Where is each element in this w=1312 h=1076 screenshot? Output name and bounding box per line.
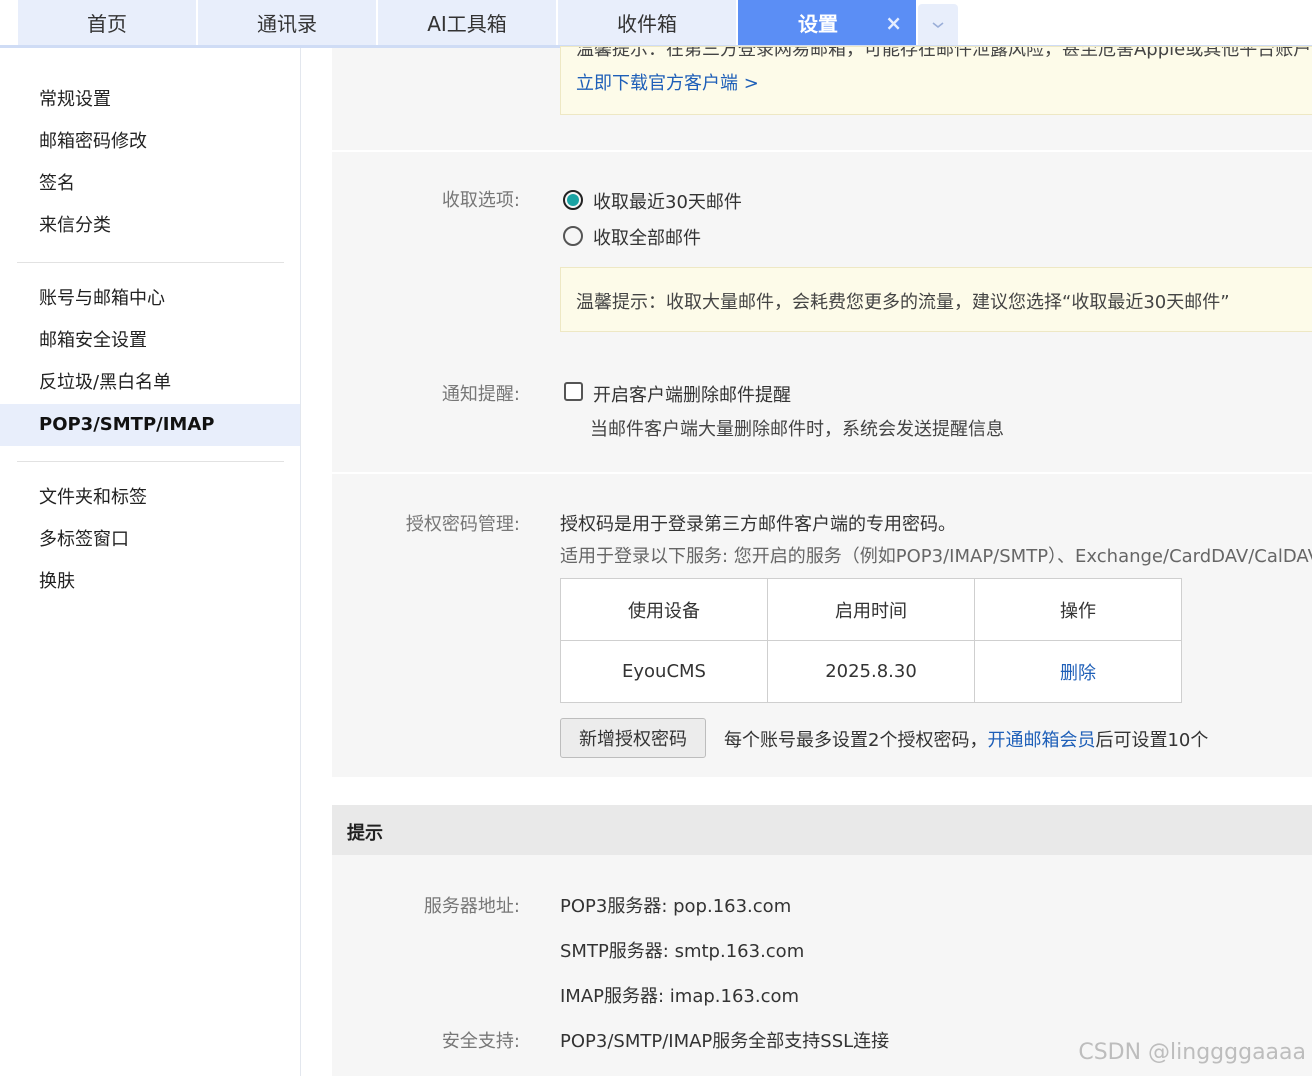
sidebar-item-folders-tags[interactable]: 文件夹和标签	[0, 477, 300, 519]
tab-ai-toolbox[interactable]: AI工具箱	[378, 0, 556, 45]
notify-label: 通知提醒:	[441, 384, 520, 405]
delete-alert-checkbox[interactable]	[564, 382, 583, 401]
auth-intro: 授权码是用于登录第三方邮件客户端的专用密码。	[560, 514, 956, 535]
sidebar-item-pop3-smtp-imap[interactable]: POP3/SMTP/IMAP	[0, 404, 300, 446]
pop3-server: POP3服务器: pop.163.com	[560, 896, 792, 917]
table-header-row: 使用设备 启用时间 操作	[560, 578, 1182, 641]
auth-code-table: 使用设备 启用时间 操作 EyouCMS 2025.8.30 删除	[560, 578, 1182, 703]
tab-more-button[interactable]	[918, 4, 958, 45]
server-address-label: 服务器地址:	[423, 896, 520, 917]
top-tab-bar: 首页 通讯录 AI工具箱 收件箱 设置 ×	[0, 0, 1312, 48]
auth-limit-line: 每个账号最多设置2个授权密码，开通邮箱会员后可设置10个	[724, 726, 1208, 752]
table-row: EyouCMS 2025.8.30 删除	[560, 640, 1182, 703]
tab-label: 通讯录	[257, 12, 317, 36]
tab-contacts[interactable]: 通讯录	[198, 0, 376, 45]
radio-all-mail-label[interactable]: 收取全部邮件	[593, 224, 701, 250]
sidebar-item-general[interactable]: 常规设置	[0, 79, 300, 121]
smtp-server: SMTP服务器: smtp.163.com	[560, 941, 805, 962]
imap-server: IMAP服务器: imap.163.com	[560, 986, 800, 1007]
column-header: 使用设备	[560, 578, 768, 641]
vip-upgrade-link[interactable]: 开通邮箱会员	[987, 730, 1095, 751]
sidebar-item-multi-tab[interactable]: 多标签窗口	[0, 519, 300, 561]
auth-code-label: 授权密码管理:	[405, 514, 520, 535]
delete-alert-desc: 当邮件客户端大量删除邮件时，系统会发送提醒信息	[590, 419, 1004, 440]
sidebar-item-mail-filter[interactable]: 来信分类	[0, 205, 300, 247]
security-support-text: POP3/SMTP/IMAP服务全部支持SSL连接	[560, 1031, 890, 1052]
chevron-down-icon	[932, 21, 944, 28]
sidebar-item-antispam[interactable]: 反垃圾/黑白名单	[0, 362, 300, 404]
auth-code-panel: 授权密码管理: 授权码是用于登录第三方邮件客户端的专用密码。 适用于登录以下服务…	[332, 474, 1312, 777]
column-header: 操作	[974, 578, 1182, 641]
warning-text: 温馨提示：在第三方登录网易邮箱，可能存在邮件泄露风险，甚至危害Apple或其他平…	[576, 46, 1312, 60]
tips-section-title: 提示	[347, 823, 383, 844]
security-support-label: 安全支持:	[441, 1031, 520, 1052]
radio-recent-30-days[interactable]	[563, 190, 583, 210]
radio-recent-30-days-label[interactable]: 收取最近30天邮件	[593, 188, 742, 214]
sidebar-item-security[interactable]: 邮箱安全设置	[0, 320, 300, 362]
auth-scope: 适用于登录以下服务: 您开启的服务（例如POP3/IMAP/SMTP）、Exch…	[560, 546, 1312, 567]
sidebar-item-skin[interactable]: 换肤	[0, 561, 300, 603]
traffic-tip-text: 温馨提示：收取大量邮件，会耗费您更多的流量，建议您选择“收取最近30天邮件”	[576, 292, 1230, 313]
top-notice-panel: 温馨提示：在第三方登录网易邮箱，可能存在邮件泄露风险，甚至危害Apple或其他平…	[332, 46, 1312, 150]
delete-alert-checkbox-label[interactable]: 开启客户端删除邮件提醒	[593, 381, 791, 407]
device-cell: EyouCMS	[560, 640, 768, 703]
csdn-watermark: CSDN @linggggaaaa	[1078, 1040, 1306, 1065]
delete-link[interactable]: 删除	[1060, 663, 1096, 684]
column-header: 启用时间	[767, 578, 975, 641]
options-panel: 收取选项: 收取最近30天邮件 收取全部邮件 温馨提示：收取大量邮件，会耗费您更…	[332, 152, 1312, 472]
download-client-link[interactable]: 立即下载官方客户端 >	[576, 69, 759, 95]
close-icon[interactable]: ×	[885, 11, 902, 35]
receive-options-label: 收取选项:	[441, 190, 520, 211]
auth-limit-suffix: 后可设置10个	[1095, 730, 1209, 751]
auth-limit-text: 每个账号最多设置2个授权密码，	[724, 730, 988, 751]
sidebar-divider	[17, 461, 284, 462]
tab-home[interactable]: 首页	[18, 0, 196, 45]
tab-label: 设置	[798, 12, 838, 36]
action-cell: 删除	[974, 640, 1182, 703]
tips-section-header: 提示	[332, 805, 1312, 855]
sidebar-item-password[interactable]: 邮箱密码修改	[0, 121, 300, 163]
sidebar-item-account-center[interactable]: 账号与邮箱中心	[0, 278, 300, 320]
tab-settings[interactable]: 设置 ×	[738, 0, 916, 45]
sidebar-item-signature[interactable]: 签名	[0, 163, 300, 205]
tab-label: 首页	[87, 12, 127, 36]
tab-label: AI工具箱	[427, 12, 507, 36]
client-warning-notice: 温馨提示：在第三方登录网易邮箱，可能存在邮件泄露风险，甚至危害Apple或其他平…	[560, 46, 1312, 115]
enabled-time-cell: 2025.8.30	[767, 640, 975, 703]
tab-label: 收件箱	[617, 12, 677, 36]
traffic-tip-notice: 温馨提示：收取大量邮件，会耗费您更多的流量，建议您选择“收取最近30天邮件”	[560, 267, 1312, 332]
sidebar-divider	[17, 262, 284, 263]
radio-all-mail[interactable]	[563, 226, 583, 246]
tab-inbox[interactable]: 收件箱	[558, 0, 736, 45]
add-auth-code-button[interactable]: 新增授权密码	[560, 718, 706, 758]
settings-sidebar: 常规设置 邮箱密码修改 签名 来信分类 账号与邮箱中心 邮箱安全设置 反垃圾/黑…	[0, 48, 301, 1076]
